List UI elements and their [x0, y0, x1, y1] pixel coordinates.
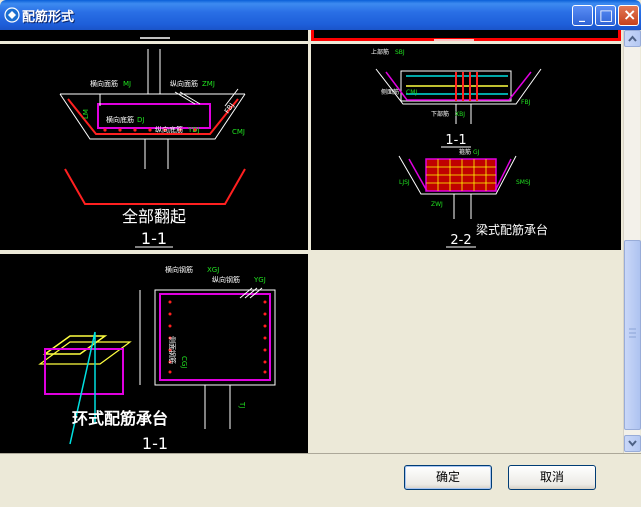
label-heng-di: 横向底筋 [106, 115, 134, 124]
label-heng-xiang: 横向钢筋 [165, 265, 193, 274]
label-ljsj: LJSJ [399, 179, 410, 186]
title-bar[interactable]: 配筋形式 _ □ × [0, 0, 641, 30]
caption-beam-cap: 梁式配筋承台 [476, 222, 548, 237]
close-icon: × [623, 5, 637, 24]
label-dj: DJ [137, 116, 144, 124]
pattern-cell-partial-left[interactable] [0, 30, 308, 41]
grip-icon [629, 328, 636, 338]
label-xgj: XGJ [207, 266, 219, 274]
window-title: 配筋形式 [22, 10, 75, 25]
label-mj: MJ [123, 80, 131, 88]
caption-ring-cap: 环式配筋承台 [72, 409, 168, 428]
label-gj: GJ [473, 149, 480, 156]
maximize-button[interactable]: □ [595, 5, 616, 26]
label-zwj: ZWJ [431, 201, 443, 208]
label-fbj-beam: FBJ [521, 99, 531, 106]
label-cgj: CGJ [180, 356, 188, 368]
label-zong-xiang: 纵向钢筋 [212, 275, 240, 284]
label-sbj: SBJ [395, 49, 405, 56]
dialog-footer: 确定 取消 [0, 453, 641, 507]
scroll-thumb[interactable] [624, 240, 641, 430]
pattern-cell-ring-cap[interactable]: 横向钢筋 XGJ 纵向钢筋 YGJ 侧面钢筋 CGJ TJ 环式配筋承台 1-1 [0, 254, 308, 453]
pattern-cell-partial-selected[interactable] [311, 30, 621, 41]
section-1-1-full-bend: 1-1 [141, 229, 167, 248]
scroll-up-button[interactable] [624, 30, 641, 47]
chevron-down-icon [628, 440, 637, 447]
label-cmj-beam: CMJ [406, 89, 417, 96]
label-smsj: SMSJ [516, 179, 531, 186]
cancel-button[interactable]: 取消 [508, 465, 596, 490]
label-gu-jin: 箍筋 [459, 148, 471, 156]
beam-cap-drawing: 上部筋 SBJ 侧面筋 CMJ 下部筋 XBJ FBJ 1-1 箍筋 GJ SM… [371, 48, 548, 248]
ok-button[interactable]: 确定 [404, 465, 492, 490]
chevron-up-icon [628, 35, 637, 42]
minimize-icon: _ [579, 8, 585, 22]
label-ce-mian: 侧面筋 [381, 88, 399, 96]
label-ygj: YGJ [253, 276, 266, 284]
close-button[interactable]: × [618, 5, 639, 26]
label-cmj: CMJ [232, 128, 245, 136]
full-bend-drawing: 横向面筋 MJ 纵向面筋 ZMJ 横向底筋 DJ 纵向底筋 YDJ CMJ FB… [59, 49, 246, 248]
scroll-down-button[interactable] [624, 435, 641, 452]
label-xbj: XBJ [455, 111, 465, 118]
label-heng-mian: 横向面筋 [90, 79, 118, 88]
label-zong-di: 纵向底筋 [155, 125, 183, 134]
minimize-button[interactable]: _ [572, 5, 593, 26]
section-1-1-ring: 1-1 [142, 434, 168, 453]
label-hu-bi: 侧面钢筋 [168, 336, 177, 364]
label-zong-mian: 纵向面筋 [170, 79, 198, 88]
label-shang-bu: 上部筋 [371, 48, 389, 56]
dialog-window: 配筋形式 _ □ × 横向面筋 MJ 纵向面筋 ZMJ 横向底筋 DJ 纵向底筋… [0, 0, 641, 507]
label-ydj: YDJ [187, 126, 200, 134]
section-1-1-beam: 1-1 [445, 133, 466, 148]
pattern-cell-full-bend[interactable]: 横向面筋 MJ 纵向面筋 ZMJ 横向底筋 DJ 纵向底筋 YDJ CMJ FB… [0, 44, 308, 250]
label-tj: TJ [238, 401, 246, 408]
label-zmj: ZMJ [202, 80, 215, 88]
vertical-scrollbar[interactable] [623, 30, 641, 453]
maximize-icon: □ [599, 6, 614, 24]
label-xia-bu: 下部筋 [431, 110, 449, 118]
pattern-gallery: 横向面筋 MJ 纵向面筋 ZMJ 横向底筋 DJ 纵向底筋 YDJ CMJ FB… [0, 30, 623, 453]
ring-cap-drawing: 横向钢筋 XGJ 纵向钢筋 YGJ 侧面钢筋 CGJ TJ 环式配筋承台 1-1 [38, 265, 276, 453]
label-lm: LM [82, 109, 90, 119]
caption-full-bend: 全部翻起 [122, 207, 186, 226]
app-icon [4, 7, 20, 23]
pattern-cell-beam-cap[interactable]: 上部筋 SBJ 侧面筋 CMJ 下部筋 XBJ FBJ 1-1 箍筋 GJ SM… [311, 44, 621, 250]
section-2-2-beam: 2-2 [450, 233, 471, 248]
